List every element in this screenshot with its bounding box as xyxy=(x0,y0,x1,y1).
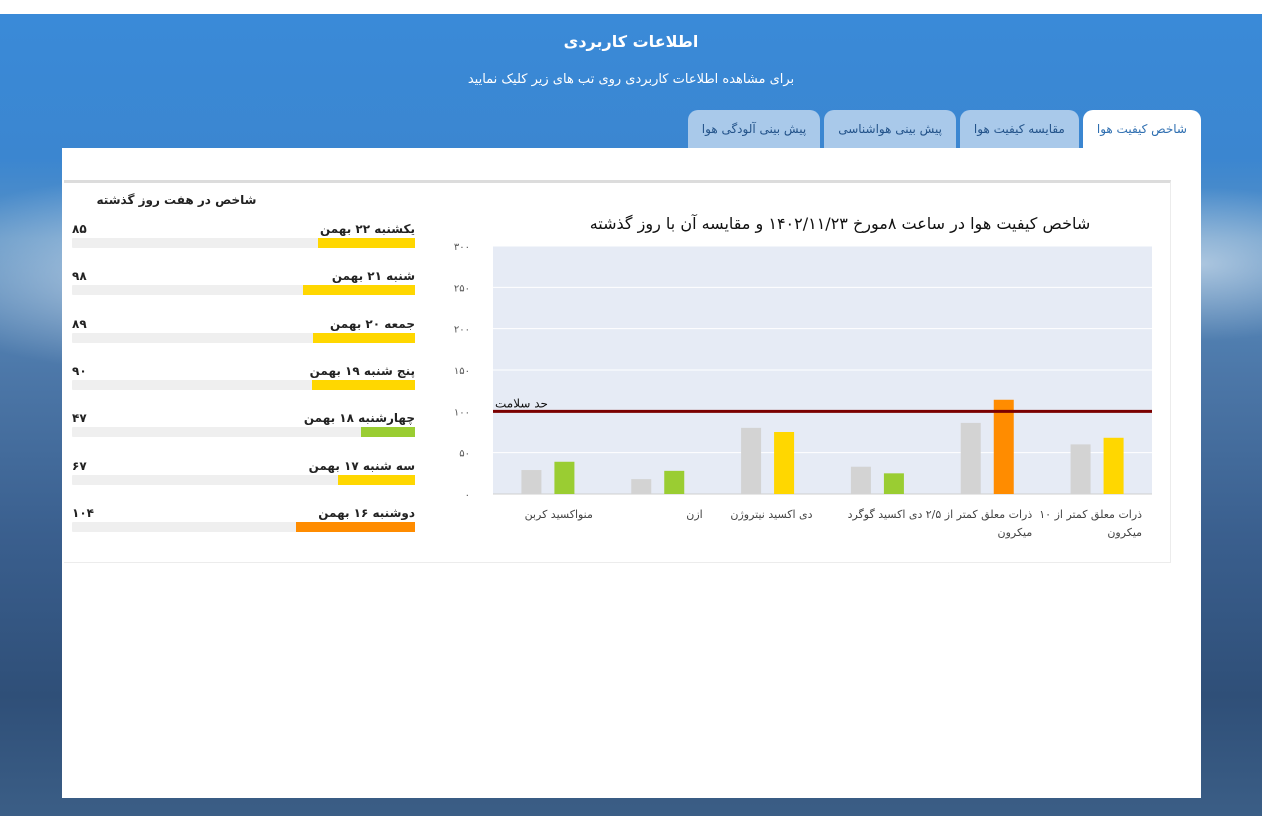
y-tick-label: ۲۰۰ xyxy=(454,325,470,336)
bar xyxy=(1070,444,1091,494)
day-row: چهارشنبه ۱۸ بهمن ۴۷ xyxy=(72,411,415,441)
day-bar-track xyxy=(72,427,415,438)
x-tick-label: میکرون xyxy=(998,526,1033,539)
day-value: ۸۹ xyxy=(72,316,87,331)
page-subtitle: برای مشاهده اطلاعات کاربردی روی تب های ز… xyxy=(467,72,795,87)
day-bar-track xyxy=(72,285,415,296)
day-value: ۴۷ xyxy=(72,411,87,426)
day-value: ۶۷ xyxy=(72,458,87,473)
top-strip xyxy=(0,0,1262,14)
day-name: پنج شنبه ۱۹ بهمن xyxy=(309,363,415,378)
day-row: دوشنبه ۱۶ بهمن ۱۰۴ xyxy=(72,506,415,536)
day-row: سه شنبه ۱۷ بهمن ۶۷ xyxy=(72,459,415,489)
day-bar-track xyxy=(72,332,415,343)
day-bar-track xyxy=(72,238,415,248)
day-bar-fill xyxy=(302,285,415,296)
day-name: جمعه ۲۰ بهمن xyxy=(329,316,415,331)
day-value: ۱۰۴ xyxy=(72,505,94,520)
tab-weather-forecast[interactable]: پیش بینی هواشناسی xyxy=(824,110,956,148)
x-tick-label: ذرات معلق کمتر از ۲/۵ xyxy=(926,508,1033,522)
day-name: چهارشنبه ۱۸ بهمن xyxy=(303,411,415,426)
day-row: یکشنبه ۲۲ بهمن ۸۵ xyxy=(72,222,415,252)
day-name: دوشنبه ۱۶ بهمن xyxy=(318,505,415,520)
day-row: جمعه ۲۰ بهمن ۸۹ xyxy=(72,317,415,347)
day-bar-fill xyxy=(361,427,415,438)
x-tick-label: منواکسید کربن xyxy=(525,508,593,521)
x-tick-label: ازن xyxy=(686,508,702,521)
day-name: یکشنبه ۲۲ بهمن xyxy=(319,222,415,236)
day-value: ۸۵ xyxy=(72,222,87,236)
day-bar-fill xyxy=(296,521,415,532)
tab-air-quality-compare[interactable]: مقایسه کیفیت هوا xyxy=(959,110,1079,148)
bar xyxy=(554,461,575,494)
y-tick-label: ۵۰ xyxy=(459,449,470,460)
tab-air-quality-index[interactable]: شاخص کیفیت هوا xyxy=(1082,110,1201,148)
bar xyxy=(774,432,795,494)
y-tick-label: ۱۵۰ xyxy=(454,366,470,377)
day-bar-fill xyxy=(317,238,415,248)
threshold-label: حد سلامت xyxy=(495,396,548,410)
day-bar-fill xyxy=(338,474,415,485)
tab-bar: شاخص کیفیت هوا مقایسه کیفیت هوا پیش بینی… xyxy=(687,110,1201,148)
x-tick-label: دی اکسید نیتروژن xyxy=(730,508,812,521)
bar xyxy=(741,427,762,494)
day-row: پنج شنبه ۱۹ بهمن ۹۰ xyxy=(72,364,415,394)
bar xyxy=(850,466,871,494)
bar xyxy=(993,399,1014,494)
day-bar-track xyxy=(72,521,415,532)
day-bar-track xyxy=(72,474,415,485)
bar xyxy=(521,470,542,494)
seven-days-title: شاخص در هفت روز گذشته xyxy=(96,193,257,207)
aqi-bar-chart: ۰ ۵۰ ۱۰۰ ۱۵۰ ۲۰۰ ۲۵۰ ۳۰۰ ذرات معلق کمتر از ۱۰ می… xyxy=(454,242,1152,539)
y-tick-label: ۲۵۰ xyxy=(454,283,470,294)
day-value: ۹۰ xyxy=(72,363,87,378)
page-title: اطلاعات کاربردی xyxy=(563,32,699,51)
bar xyxy=(883,473,904,494)
x-tick-label: دی اکسید گوگرد xyxy=(848,508,923,521)
bar xyxy=(664,470,685,494)
day-bar-track xyxy=(72,379,415,390)
y-tick-label: ۱۰۰ xyxy=(454,407,470,418)
bar xyxy=(631,479,652,494)
x-tick-label: میکرون xyxy=(1107,526,1142,539)
y-tick-label: ۰ xyxy=(465,490,470,501)
bar xyxy=(1103,437,1124,494)
day-value: ۹۸ xyxy=(72,269,87,284)
day-row: شنبه ۲۱ بهمن ۹۸ xyxy=(72,269,415,299)
day-name: سه شنبه ۱۷ بهمن xyxy=(308,458,415,473)
day-name: شنبه ۲۱ بهمن xyxy=(331,269,415,284)
day-bar-fill xyxy=(313,332,415,343)
bar xyxy=(960,422,981,494)
x-tick-label: ذرات معلق کمتر از ۱۰ xyxy=(1039,508,1142,522)
day-bar-fill xyxy=(312,379,415,390)
tab-pollution-forecast[interactable]: پیش بینی آلودگی هوا xyxy=(687,110,821,148)
y-tick-label: ۳۰۰ xyxy=(454,242,470,253)
